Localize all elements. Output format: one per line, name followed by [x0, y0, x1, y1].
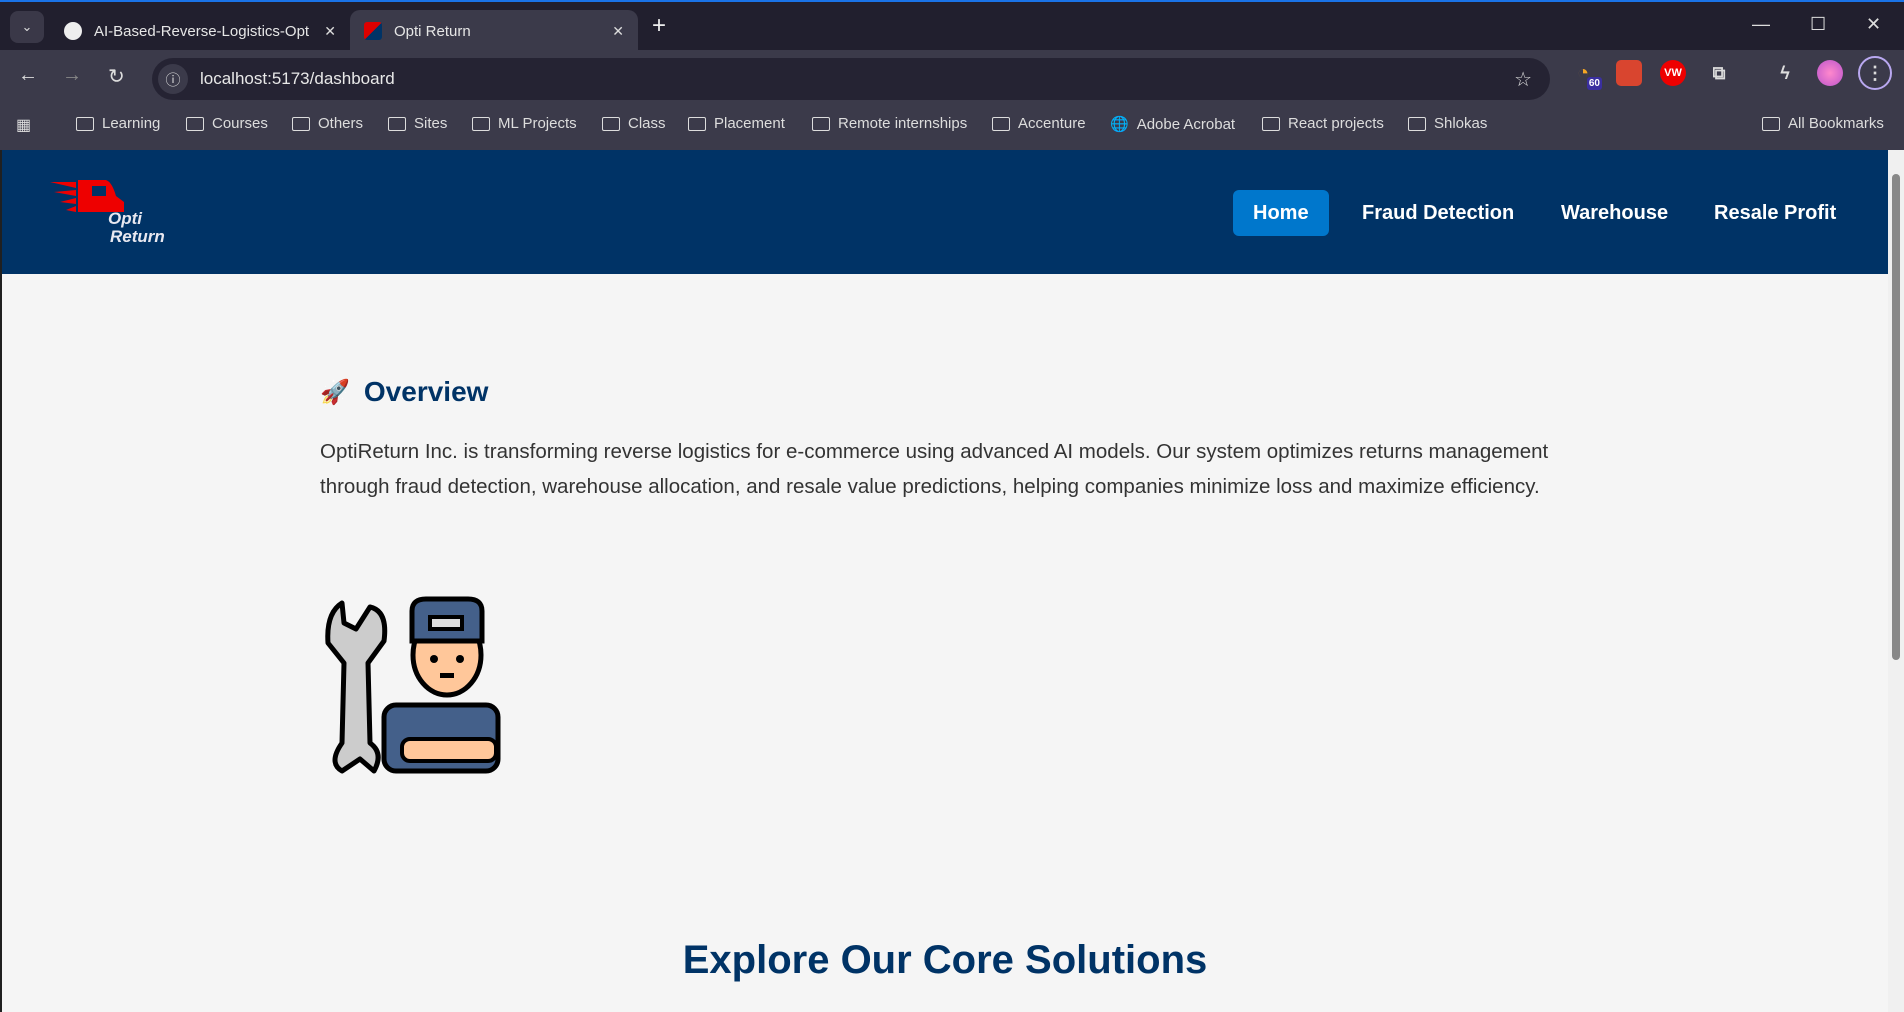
nav-warehouse[interactable]: Warehouse	[1541, 190, 1688, 236]
svg-text:Return: Return	[110, 227, 165, 246]
solutions-heading: Explore Our Core Solutions	[682, 938, 1208, 982]
folder-icon	[602, 116, 620, 131]
folder-icon	[388, 116, 406, 131]
site-header: Opti Return Home Fraud Detection Warehou…	[2, 150, 1888, 274]
page-scrollbar[interactable]	[1888, 150, 1904, 1012]
folder-icon	[472, 116, 490, 131]
folder-icon	[76, 116, 94, 131]
extension-red-icon[interactable]	[1616, 60, 1642, 86]
close-tab-icon[interactable]: ✕	[612, 23, 624, 40]
close-tab-icon[interactable]: ✕	[324, 23, 336, 40]
bookmark-folder[interactable]: Sites	[388, 115, 447, 132]
site-info-icon[interactable]: ⓘ	[158, 64, 188, 94]
overview-heading: 🚀 Overview	[320, 376, 489, 407]
bookmark-folder[interactable]: Class	[602, 115, 666, 132]
scrollbar-thumb[interactable]	[1892, 174, 1900, 660]
folder-icon	[292, 116, 310, 131]
optireturn-favicon	[364, 22, 382, 40]
bookmark-folder[interactable]: Courses	[186, 115, 268, 132]
folder-icon	[1762, 116, 1780, 131]
bookmark-folder[interactable]: Remote internships	[812, 115, 967, 132]
folder-icon	[1262, 116, 1280, 131]
bookmark-folder[interactable]: Accenture	[992, 115, 1086, 132]
page-content: Opti Return Home Fraud Detection Warehou…	[2, 150, 1888, 1012]
extensions-puzzle-icon[interactable]: ⧉	[1706, 60, 1732, 86]
mechanic-illustration	[322, 593, 504, 775]
new-tab-button[interactable]: +	[652, 12, 666, 40]
bookmark-folder[interactable]: React projects	[1262, 115, 1384, 132]
back-icon[interactable]: ←	[18, 64, 38, 87]
bookmark-folder[interactable]: ML Projects	[472, 115, 577, 132]
minimize-icon[interactable]: —	[1752, 14, 1770, 35]
address-bar[interactable]: ⓘ localhost:5173/dashboard ☆	[152, 58, 1550, 100]
overview-text: OptiReturn Inc. is transforming reverse …	[320, 440, 1549, 498]
all-bookmarks[interactable]: All Bookmarks	[1762, 115, 1884, 132]
bookmarks-bar: ▦ Learning Courses Others Sites ML Proje…	[0, 100, 1904, 150]
bookmark-link[interactable]: 🌐 Adobe Acrobat	[1110, 115, 1235, 134]
bookmark-folder[interactable]: Shlokas	[1408, 115, 1487, 132]
tab-strip: ⌄ AI-Based-Reverse-Logistics-Opt ✕ Opti …	[0, 0, 1904, 52]
bookmark-folder[interactable]: Learning	[76, 115, 160, 132]
globe-icon: 🌐	[1110, 116, 1129, 133]
folder-icon	[1408, 116, 1426, 131]
bookmark-folder[interactable]: Placement	[688, 115, 785, 132]
tab-github[interactable]: AI-Based-Reverse-Logistics-Opt ✕	[50, 10, 350, 52]
folder-icon	[992, 116, 1010, 131]
nav-home[interactable]: Home	[1233, 190, 1329, 236]
extension-vw-icon[interactable]: VW	[1660, 60, 1686, 86]
svg-text:Opti: Opti	[108, 209, 143, 228]
github-icon	[64, 22, 82, 40]
reload-icon[interactable]: ↻	[108, 64, 125, 89]
overview-section: 🚀 Overview OptiReturn Inc. is transformi…	[320, 376, 1570, 504]
tab-opti-return[interactable]: Opti Return ✕	[350, 10, 638, 52]
bookmark-star-icon[interactable]: ☆	[1514, 67, 1532, 92]
performance-icon[interactable]: ϟ	[1772, 60, 1798, 86]
apps-icon[interactable]: ▦	[16, 115, 31, 135]
tab-search-button[interactable]: ⌄	[10, 11, 44, 43]
rocket-icon: 🚀	[320, 378, 350, 406]
folder-icon	[688, 116, 706, 131]
maximize-icon[interactable]: ☐	[1810, 14, 1826, 35]
nav-resale-profit[interactable]: Resale Profit	[1694, 190, 1856, 236]
forward-icon[interactable]: →	[62, 64, 82, 87]
folder-icon	[812, 116, 830, 131]
profile-avatar[interactable]	[1817, 60, 1843, 86]
menu-icon[interactable]: ⋮	[1858, 56, 1892, 90]
optireturn-logo[interactable]: Opti Return	[46, 178, 176, 250]
bookmark-folder[interactable]: Others	[292, 115, 363, 132]
rss-extension-icon[interactable]: ◔ 60	[1570, 60, 1602, 90]
close-window-icon[interactable]: ✕	[1866, 14, 1881, 35]
folder-icon	[186, 116, 204, 131]
nav-fraud-detection[interactable]: Fraud Detection	[1342, 190, 1534, 236]
